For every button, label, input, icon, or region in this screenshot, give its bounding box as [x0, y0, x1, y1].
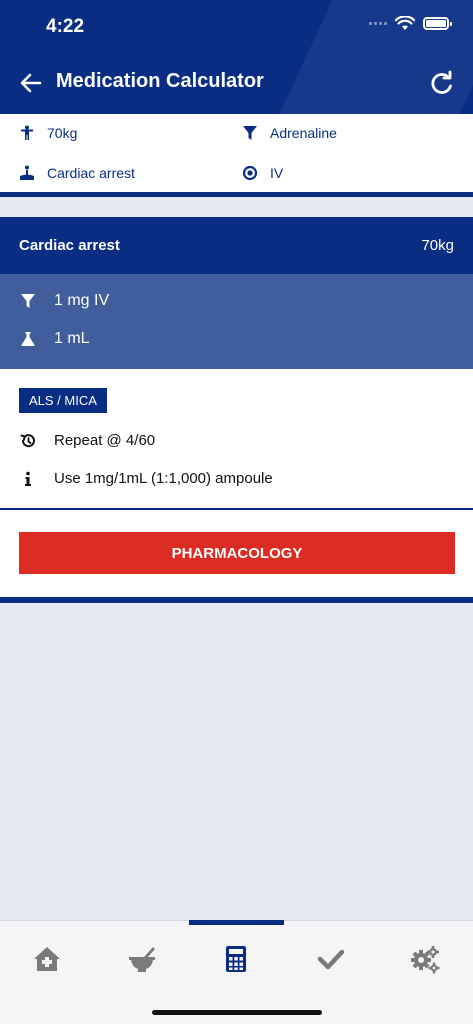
active-tab-indicator — [189, 920, 284, 925]
divider — [0, 192, 473, 197]
app-header: 4:22 Medication Calculator — [0, 0, 473, 114]
tab-home[interactable] — [27, 939, 67, 979]
status-icons — [369, 16, 452, 31]
tab-settings[interactable] — [405, 939, 445, 979]
repeat-row: Repeat @ 4/60 — [20, 432, 155, 449]
person-icon — [21, 125, 33, 140]
tab-bar — [0, 920, 473, 1024]
divider — [0, 597, 473, 603]
pharmacology-button[interactable]: PHARMACOLOGY — [19, 532, 455, 574]
status-time: 4:22 — [46, 16, 85, 37]
battery-icon — [423, 17, 452, 30]
note-row: Use 1mg/1mL (1:1,000) ampoule — [20, 470, 273, 487]
mortar-pestle-icon — [129, 947, 155, 972]
calculator-icon — [226, 946, 246, 972]
dot-circle-icon — [242, 165, 258, 181]
tab-drugs[interactable] — [122, 939, 162, 979]
refresh-button[interactable] — [429, 70, 455, 96]
summary-indication[interactable]: Cardiac arrest — [19, 165, 135, 181]
flask-icon — [21, 332, 35, 346]
wifi-icon — [395, 16, 415, 30]
summary-drug-label: Adrenaline — [270, 125, 337, 141]
signal-icon — [369, 22, 387, 25]
als-mica-badge: ALS / MICA — [19, 388, 107, 413]
check-icon — [317, 949, 345, 970]
home-indicator[interactable] — [152, 1010, 322, 1015]
cogs-icon — [411, 946, 440, 974]
filter-icon — [243, 126, 257, 140]
dose-panel: 1 mg IV 1 mL — [0, 274, 473, 369]
home-medical-icon — [34, 947, 60, 971]
summary-route-label: IV — [270, 165, 284, 181]
detail-panel: ALS / MICA Repeat @ 4/60 Use 1mg/1mL (1:… — [0, 369, 473, 599]
note-text: Use 1mg/1mL (1:1,000) ampoule — [54, 470, 273, 487]
tab-checklist[interactable] — [311, 939, 351, 979]
page-title: Medication Calculator — [56, 70, 264, 92]
summary-weight[interactable]: 70kg — [19, 125, 77, 141]
divider — [0, 508, 473, 510]
dose-value: 1 mg IV — [54, 292, 110, 309]
info-icon — [25, 471, 31, 486]
calculation-summary: 70kg Adrenaline Cardiac arrest IV — [0, 114, 473, 192]
tab-calculator[interactable] — [216, 939, 256, 979]
summary-indication-label: Cardiac arrest — [47, 165, 135, 181]
back-button[interactable] — [18, 70, 44, 96]
card-weight: 70kg — [421, 237, 454, 254]
summary-drug[interactable]: Adrenaline — [242, 125, 337, 141]
volume-row: 1 mL — [20, 330, 90, 348]
repeat-text: Repeat @ 4/60 — [54, 432, 156, 449]
result-card-header: Cardiac arrest 70kg — [0, 217, 473, 274]
history-icon — [20, 433, 35, 447]
dose-row: 1 mg IV — [20, 292, 109, 310]
summary-route[interactable]: IV — [242, 165, 283, 181]
volume-value: 1 mL — [54, 330, 90, 347]
card-indication: Cardiac arrest — [19, 237, 120, 254]
summary-weight-label: 70kg — [47, 125, 78, 141]
cpr-icon — [20, 165, 34, 180]
filter-icon — [21, 294, 35, 308]
